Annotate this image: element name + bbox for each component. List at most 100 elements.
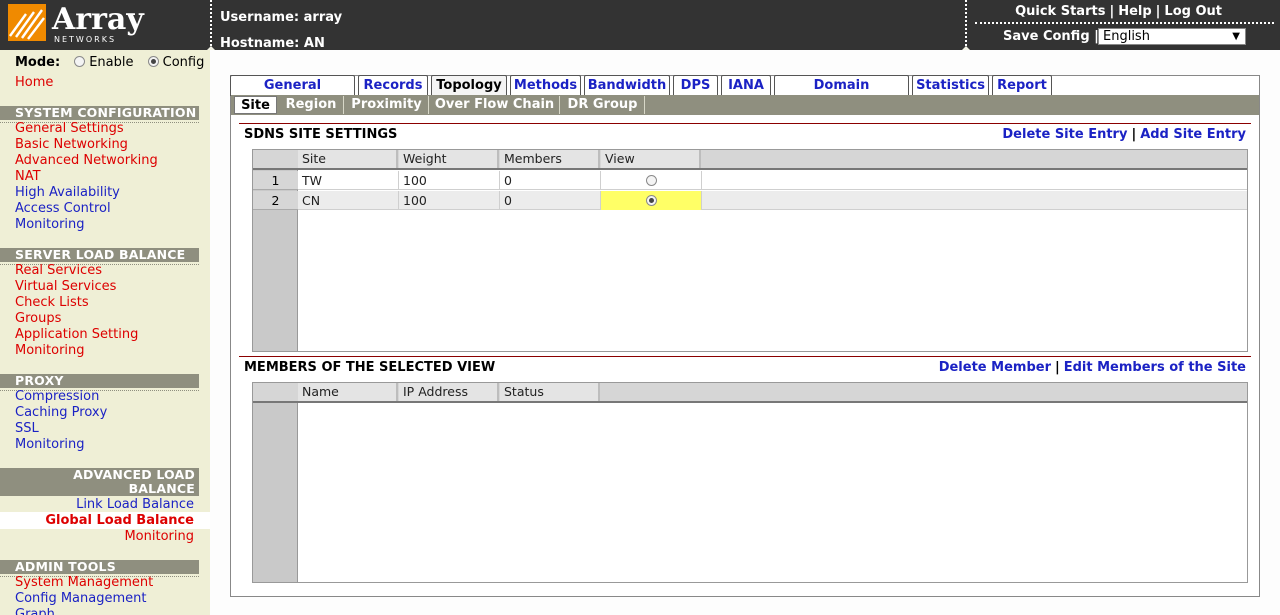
sidebar-item-config-management[interactable]: Config Management [15, 591, 146, 607]
tab-records[interactable]: Records [358, 75, 428, 96]
tab-dps[interactable]: DPS [673, 75, 718, 96]
view-radio-icon[interactable] [645, 175, 657, 186]
tab-bandwidth[interactable]: Bandwidth [584, 75, 670, 96]
tab-general-settings[interactable]: General Settings [230, 75, 355, 112]
members-table-header: Name IP Address Status [253, 383, 1247, 403]
mode-enable-radio-icon[interactable] [74, 56, 86, 67]
cell-site: TW [298, 171, 399, 190]
sidebar-item-compression[interactable]: Compression [15, 389, 99, 405]
section-admin-tools: ADMIN TOOLS [0, 559, 199, 577]
header-divider-left [206, 0, 216, 51]
tab-statistics[interactable]: Statistics [912, 75, 989, 96]
logo-mark-icon [8, 4, 46, 41]
sidebar-item-advanced-networking[interactable]: Advanced Networking [15, 153, 158, 169]
language-value: English [1103, 29, 1150, 44]
sidebar-item-global-load-balance[interactable]: Global Load Balance [45, 513, 194, 529]
col-site[interactable]: Site [298, 150, 398, 168]
cell-view [601, 171, 702, 190]
subtab-site[interactable]: Site [234, 96, 277, 114]
save-config-link[interactable]: Save Config [1003, 29, 1090, 44]
link-separator: | [1131, 127, 1137, 142]
sidebar-item-real-services[interactable]: Real Services [15, 263, 102, 279]
header-dotted-rule [975, 22, 1274, 24]
help-link[interactable]: Help [1118, 4, 1151, 19]
sidebar-item-basic-networking[interactable]: Basic Networking [15, 137, 128, 153]
sidebar-item-nat[interactable]: NAT [15, 169, 41, 185]
cell-members: 0 [500, 191, 601, 210]
link-separator: | [1155, 4, 1161, 19]
site-actions: Delete Site Entry | Add Site Entry [1002, 127, 1246, 142]
delete-site-entry-link[interactable]: Delete Site Entry [1002, 127, 1127, 142]
sidebar: Mode: Enable Config Home SYSTEM CONFIGURA… [0, 50, 210, 615]
sidebar-item-home[interactable]: Home [15, 75, 53, 91]
logo-subtitle: NETWORKS [54, 35, 117, 44]
tab-topology[interactable]: Topology [431, 75, 507, 96]
mode-config-radio-icon[interactable] [147, 56, 159, 67]
col-status[interactable]: Status [500, 383, 600, 401]
sidebar-item-monitoring[interactable]: Monitoring [15, 217, 85, 233]
col-ip-address[interactable]: IP Address [399, 383, 499, 401]
sidebar-item-monitoring[interactable]: Monitoring [15, 343, 85, 359]
sidebar-item-groups[interactable]: Groups [15, 311, 61, 327]
delete-member-link[interactable]: Delete Member [939, 360, 1051, 375]
section-rule [239, 123, 1251, 124]
col-name[interactable]: Name [298, 383, 398, 401]
table-row[interactable]: 2 CN 100 0 [253, 191, 1247, 210]
cell-view-selected [601, 191, 702, 210]
section-title: PROXY [15, 373, 64, 388]
header-divider-right [961, 0, 971, 51]
array-networks-logo: Array NETWORKS [8, 2, 208, 46]
top-links: Quick Starts | Help | Log Out [1015, 4, 1222, 19]
subtab-over-flow-chain[interactable]: Over Flow Chain [430, 96, 560, 114]
mode-selector: Mode: Enable Config [15, 55, 204, 70]
sidebar-item-graph[interactable]: Graph [15, 607, 55, 615]
edit-members-link[interactable]: Edit Members of the Site [1064, 360, 1246, 375]
row-number-column [253, 383, 298, 582]
mode-config-label[interactable]: Config [163, 55, 205, 70]
mode-label: Mode: [15, 55, 61, 70]
quick-starts-link[interactable]: Quick Starts [1015, 4, 1105, 19]
sidebar-item-ssl[interactable]: SSL [15, 421, 39, 437]
logo-word: Array [52, 2, 144, 37]
section-title: SERVER LOAD BALANCE [15, 247, 186, 262]
sidebar-item-check-lists[interactable]: Check Lists [15, 295, 89, 311]
tab-methods[interactable]: Methods [510, 75, 581, 96]
view-radio-selected-icon[interactable] [645, 195, 657, 206]
member-actions: Delete Member | Edit Members of the Site [939, 360, 1246, 375]
subtab-dr-group[interactable]: DR Group [561, 96, 645, 114]
username-label: Username: array [220, 10, 343, 25]
sidebar-item-general-settings[interactable]: General Settings [15, 121, 124, 137]
section-title: SYSTEM CONFIGURATION [15, 105, 197, 120]
link-separator: | [1054, 360, 1060, 375]
tab-report[interactable]: Report [992, 75, 1052, 96]
sidebar-item-caching-proxy[interactable]: Caching Proxy [15, 405, 107, 421]
tab-domain-operation[interactable]: Domain Operation [774, 75, 909, 112]
section-title-line1: ADVANCED LOAD [73, 467, 195, 482]
sidebar-item-system-management[interactable]: System Management [15, 575, 153, 591]
sidebar-item-monitoring[interactable]: Monitoring [15, 437, 85, 453]
col-members[interactable]: Members [500, 150, 600, 168]
col-weight[interactable]: Weight [399, 150, 499, 168]
sidebar-item-link-load-balance[interactable]: Link Load Balance [76, 497, 194, 513]
sidebar-item-virtual-services[interactable]: Virtual Services [15, 279, 116, 295]
row-number: 2 [253, 191, 298, 210]
logout-link[interactable]: Log Out [1164, 4, 1222, 19]
subtab-proximity[interactable]: Proximity [345, 96, 429, 114]
cell-members: 0 [500, 171, 601, 190]
subtab-region[interactable]: Region [279, 96, 344, 114]
sidebar-item-high-availability[interactable]: High Availability [15, 185, 120, 201]
language-select[interactable]: English ▼ [1098, 28, 1246, 45]
section-server-load-balance: SERVER LOAD BALANCE [0, 247, 199, 265]
sidebar-item-monitoring[interactable]: Monitoring [124, 529, 194, 545]
mode-enable-label[interactable]: Enable [89, 55, 133, 70]
tab-iana[interactable]: IANA [721, 75, 771, 96]
table-row[interactable]: 1 TW 100 0 [253, 171, 1247, 190]
sidebar-item-access-control[interactable]: Access Control [15, 201, 111, 217]
sidebar-item-application-setting[interactable]: Application Setting [15, 327, 138, 343]
link-separator: | [1109, 4, 1115, 19]
col-view[interactable]: View [601, 150, 701, 168]
cell-weight: 100 [399, 191, 500, 210]
section-advanced-load-balance: ADVANCED LOAD BALANCE [0, 468, 199, 496]
add-site-entry-link[interactable]: Add Site Entry [1140, 127, 1246, 142]
section-title: ADMIN TOOLS [15, 559, 116, 574]
